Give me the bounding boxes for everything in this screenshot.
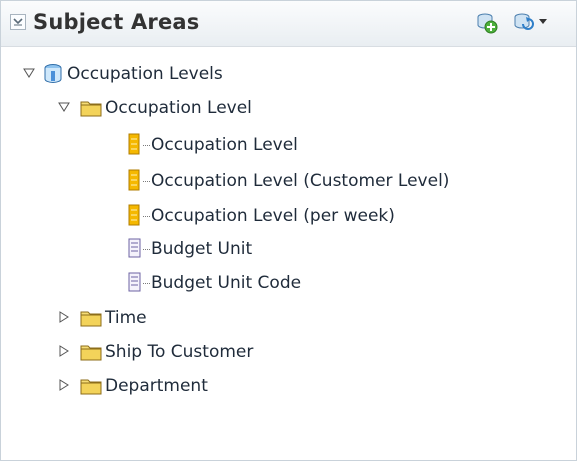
attribute-column-icon [128,272,141,292]
tree-folder-label: Ship To Customer [105,342,254,362]
tree-column-item[interactable]: Occupation Level [1,130,576,160]
add-subject-area-icon[interactable] [474,10,498,34]
panel-title: Subject Areas [33,10,200,34]
expanded-triangle-icon[interactable] [23,67,35,79]
folder-icon [80,101,102,117]
tree-column-label: Occupation Level (Customer Level) [151,171,450,191]
folder-icon [80,379,102,395]
tree-column-label: Budget Unit Code [151,273,302,293]
folder-icon [80,345,102,361]
collapsed-triangle-icon[interactable] [58,311,70,323]
panel-header: Subject Areas [1,1,576,47]
refresh-icon[interactable] [511,10,535,34]
hierarchy-column-icon [128,169,140,191]
tree-column-label: Budget Unit [151,239,253,259]
attribute-column-icon [128,238,141,258]
dropdown-arrow-icon[interactable] [538,18,548,26]
tree-column-item[interactable]: Occupation Level (Customer Level) [1,166,576,196]
tree-column-label: Occupation Level (per week) [151,206,395,226]
tree-column-item[interactable]: Budget Unit Code [1,268,576,298]
tree-folder-label: Time [105,308,147,328]
tree-folder-label: Occupation Level [105,98,252,118]
tree-node-root[interactable]: Occupation Levels [1,59,576,89]
tree-folder-time[interactable]: Time [1,303,576,333]
hierarchy-column-icon [128,204,140,226]
collapsed-triangle-icon[interactable] [58,345,70,357]
chevron-down-icon [13,18,23,26]
subject-area-icon [44,64,62,83]
collapsed-triangle-icon[interactable] [58,379,70,391]
tree-column-item[interactable]: Budget Unit [1,234,576,264]
tree-folder-ship-to-customer[interactable]: Ship To Customer [1,337,576,367]
tree-folder-occupation-level[interactable]: Occupation Level [1,93,576,123]
subject-areas-panel: Subject Areas Occupation Levels Occupati… [0,0,577,461]
folder-icon [80,311,102,327]
tree-folder-label: Department [105,376,208,396]
collapse-button[interactable] [10,14,26,30]
tree-folder-department[interactable]: Department [1,371,576,401]
hierarchy-column-icon [128,133,140,155]
expanded-triangle-icon[interactable] [58,101,70,113]
tree-column-label: Occupation Level [151,135,298,155]
tree-column-item[interactable]: Occupation Level (per week) [1,201,576,231]
tree-node-label: Occupation Levels [67,64,223,84]
